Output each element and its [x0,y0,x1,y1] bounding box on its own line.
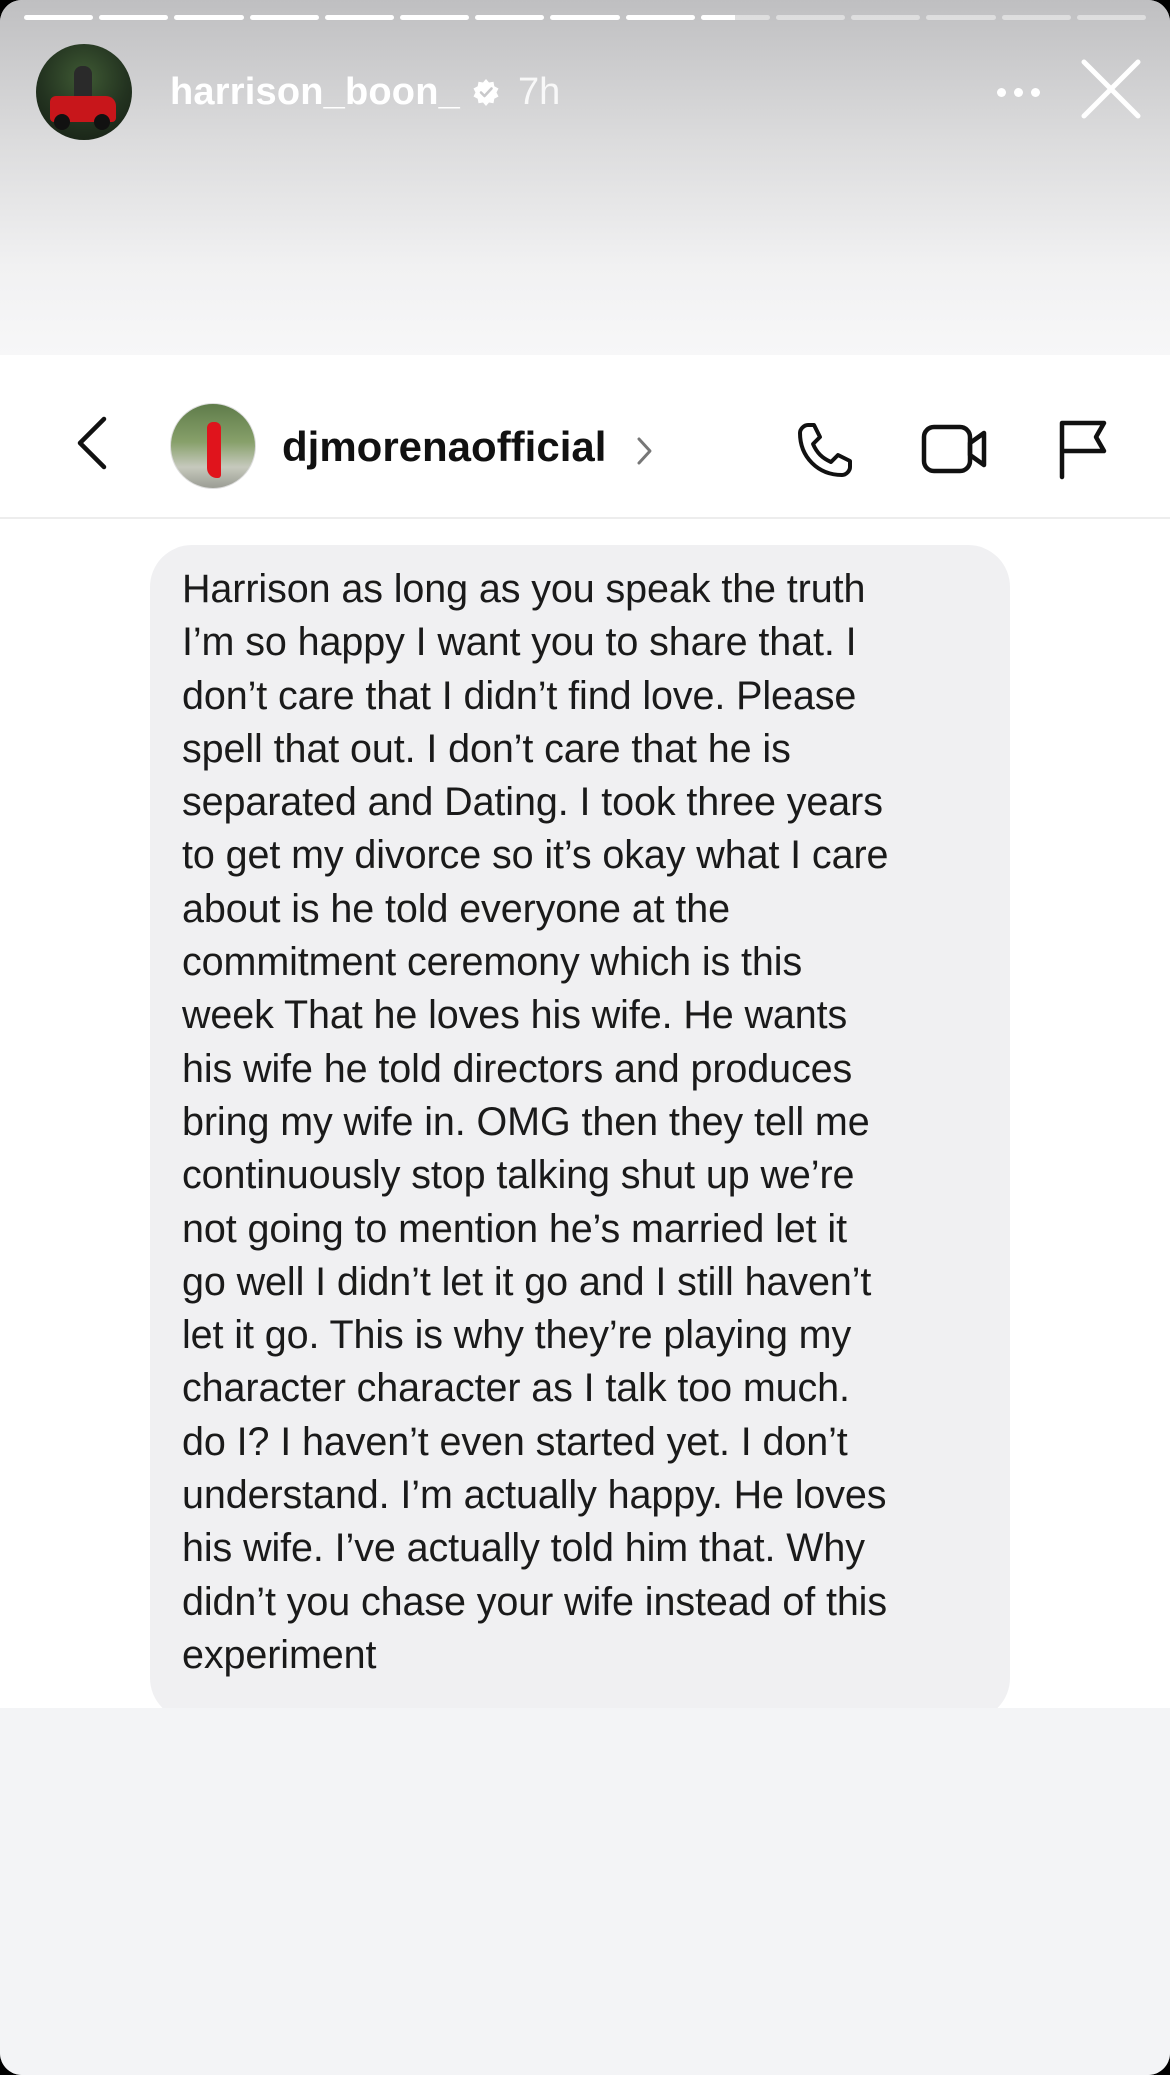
story-avatar[interactable] [36,44,132,140]
flag-icon[interactable] [1054,417,1112,481]
progress-segment [1076,15,1147,20]
dm-contact-name[interactable]: djmorenaofficial [282,423,606,471]
story-header: harrison_boon_ 7h [36,44,1146,140]
message-bubble[interactable]: Harrison as long as you speak the truth … [150,545,1010,1720]
story-top-gradient: harrison_boon_ 7h [0,0,1170,355]
dm-header: djmorenaofficial [0,355,1170,519]
progress-segment [249,15,319,20]
progress-segment [24,15,94,20]
video-camera-icon[interactable] [920,419,990,479]
progress-segment [625,15,695,20]
story-progress-bar [24,15,1147,20]
progress-segment [851,15,921,20]
more-options-icon[interactable] [988,68,1048,116]
story-viewer: harrison_boon_ 7h djmorenaofficial Harri… [0,0,1170,2075]
story-timestamp: 7h [517,70,561,113]
progress-segment [926,15,996,20]
close-icon[interactable] [1076,54,1146,124]
story-bottom-area [0,1708,1170,2075]
progress-segment [174,15,244,20]
back-arrow-icon[interactable] [70,413,118,473]
chevron-right-icon[interactable] [634,433,656,469]
message-text: Harrison as long as you speak the truth … [182,567,889,1677]
progress-segment [550,15,620,20]
progress-segment [1001,15,1071,20]
story-username[interactable]: harrison_boon_ [170,71,460,114]
progress-segment [700,15,771,20]
progress-segment [776,15,846,20]
progress-segment [99,15,169,20]
progress-segment [324,15,395,20]
progress-segment [475,15,545,20]
progress-segment [400,15,470,20]
phone-icon[interactable] [794,419,856,481]
dm-contact-avatar[interactable] [170,403,256,489]
dm-screenshot: djmorenaofficial Harrison as long as you… [0,355,1170,1720]
verified-badge-icon [473,79,499,106]
